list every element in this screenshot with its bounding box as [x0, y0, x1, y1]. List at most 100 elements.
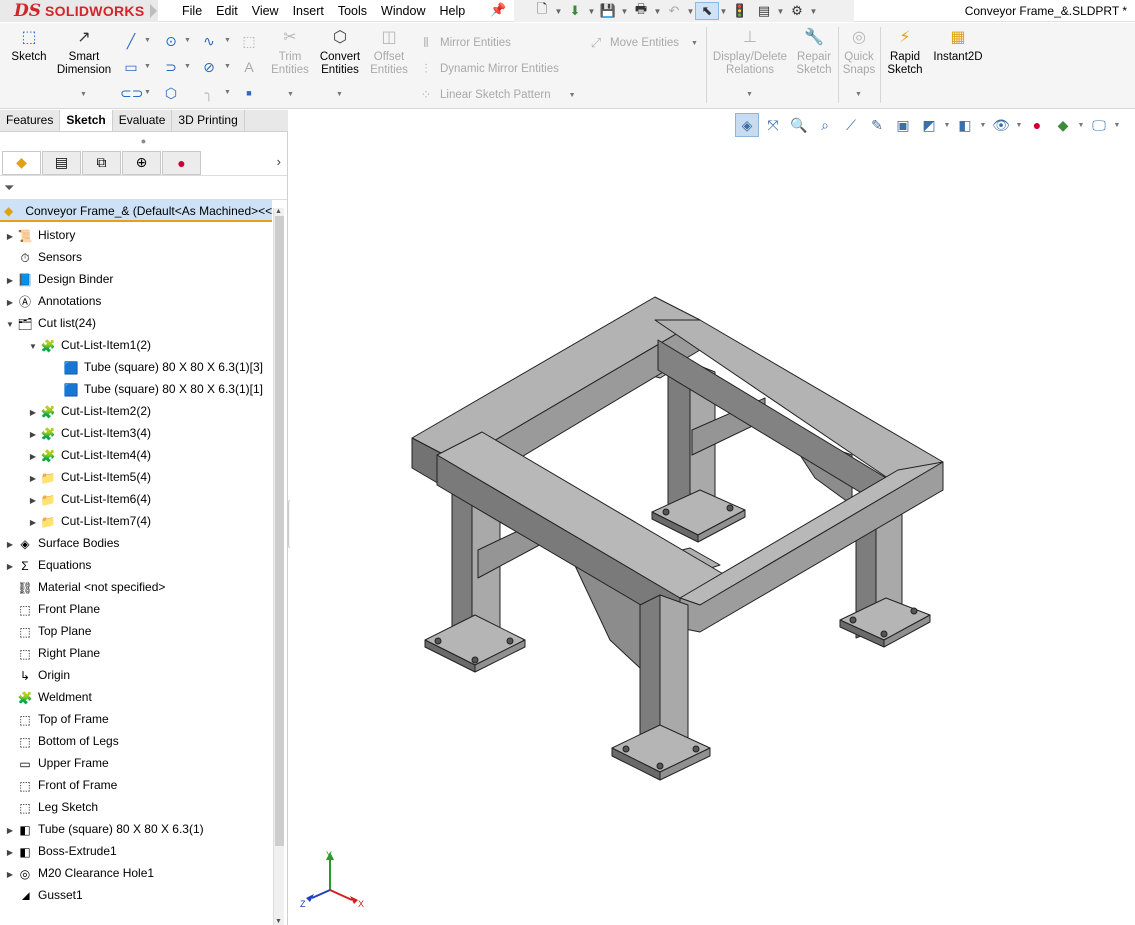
instant2d-button[interactable]: ▦ Instant2D — [930, 30, 986, 64]
tree-item-gusset[interactable]: ◢ Gusset1 — [4, 884, 82, 900]
tree-item-tube-body[interactable]: 🟦 Tube (square) 80 X 80 X 6.3(1)[3] — [50, 356, 263, 378]
expand-arrow-icon[interactable]: ▶ — [27, 424, 39, 446]
linear-sketch-pattern-button[interactable]: ⁘ Linear Sketch Pattern ▼ — [418, 87, 576, 103]
property-manager-tab-icon[interactable]: ▤ — [42, 150, 81, 175]
circle-icon[interactable]: ⊙ — [160, 31, 182, 51]
tree-root-part[interactable]: ◆ Conveyor Frame_& (Default<As Machined>… — [0, 200, 272, 222]
spline-dropdown-icon[interactable]: ▼ — [224, 37, 231, 44]
select-dropdown-icon[interactable]: ▼ — [719, 7, 728, 16]
open-document-icon[interactable]: ⬇ — [563, 2, 587, 20]
new-dropdown-icon[interactable]: ▼ — [554, 7, 563, 16]
line-dropdown-icon[interactable]: ▼ — [144, 37, 151, 44]
sketch-button[interactable]: ⬚ Sketch — [8, 30, 50, 64]
tree-item-front-of-frame[interactable]: ⬚ Front of Frame — [4, 774, 117, 796]
fillet-icon[interactable]: ╮ — [198, 83, 220, 103]
options-dropdown-icon[interactable]: ▼ — [809, 7, 818, 16]
quick-snaps-button[interactable]: ◎ Quick Snaps — [840, 30, 878, 77]
new-document-icon[interactable]: 🗋 — [530, 1, 554, 20]
move-entities-button[interactable]: ⤢ Move Entities ▼ — [588, 35, 698, 51]
dynamic-mirror-button[interactable]: ⫶ Dynamic Mirror Entities — [418, 61, 558, 77]
tree-item-sensors[interactable]: ⏱ Sensors — [4, 246, 82, 268]
expand-arrow-icon[interactable]: ▶ — [4, 534, 16, 556]
tree-item-cut-list[interactable]: ▼ 🗂 Cut list(24) — [4, 312, 96, 334]
menu-view[interactable]: View — [252, 4, 279, 18]
line-icon[interactable]: ╱ — [120, 31, 142, 51]
undo-icon[interactable]: ↶ — [662, 2, 686, 20]
tree-item-upper-frame[interactable]: ▭ Upper Frame — [4, 752, 108, 774]
fillet-dropdown-icon[interactable]: ▼ — [224, 89, 231, 96]
tree-item-design-binder[interactable]: ▶ 📘 Design Binder — [4, 268, 113, 290]
select-pointer-icon[interactable]: ⬉ — [695, 2, 719, 20]
smart-dimension-dropdown-icon[interactable]: ▼ — [80, 91, 87, 98]
relations-dropdown-icon[interactable]: ▼ — [746, 91, 753, 98]
solidworks-logo[interactable]: DS SOLIDWORKS — [0, 0, 158, 22]
dimxpert-manager-tab-icon[interactable]: ⊕ — [122, 150, 161, 175]
tree-item-annotations[interactable]: ▶ Ⓐ Annotations — [4, 290, 101, 312]
rectangle-dropdown-icon[interactable]: ▼ — [144, 63, 151, 70]
scrollbar-thumb[interactable] — [275, 216, 284, 846]
arc-dropdown-icon[interactable]: ▼ — [184, 63, 191, 70]
menu-edit[interactable]: Edit — [216, 4, 238, 18]
expand-arrow-icon[interactable]: ▶ — [4, 820, 16, 842]
display-delete-relations-button[interactable]: ⊥ Display/Delete Relations — [710, 30, 790, 77]
construction-geometry-icon[interactable]: ⬚ — [238, 31, 260, 51]
expand-arrow-icon[interactable]: ▶ — [27, 512, 39, 534]
smart-dimension-button[interactable]: ↗ Smart Dimension — [54, 30, 114, 77]
tree-item-tube-feature[interactable]: ▶ ◧ Tube (square) 80 X 80 X 6.3(1) — [4, 818, 204, 840]
tree-item-origin[interactable]: ↳ Origin — [4, 664, 70, 686]
tree-item-cut-list-item[interactable]: ▶ 🧩 Cut-List-Item3(4) — [27, 422, 151, 444]
panel-tabs-more-icon[interactable]: › — [277, 154, 281, 169]
ellipse-icon[interactable]: ⊘ — [198, 57, 220, 77]
scroll-down-icon[interactable]: ▼ — [275, 918, 282, 925]
filter-funnel-icon[interactable]: ⏷ — [4, 180, 14, 196]
tree-item-cut-list-item[interactable]: ▶ 📁 Cut-List-Item6(4) — [27, 488, 151, 510]
configuration-manager-tab-icon[interactable]: ⧉ — [82, 150, 121, 175]
rectangle-icon[interactable]: ▭ — [120, 57, 142, 77]
expand-arrow-icon[interactable]: ▶ — [4, 292, 16, 314]
tree-item-material[interactable]: ⛓ Material <not specified> — [4, 576, 165, 598]
linear-pattern-dropdown-icon[interactable]: ▼ — [569, 92, 576, 99]
tab-features[interactable]: Features — [0, 110, 61, 131]
tree-item-cut-list-item[interactable]: ▶ 🧩 Cut-List-Item4(4) — [27, 444, 151, 466]
scroll-up-icon[interactable]: ▲ — [275, 208, 282, 215]
tree-item-cut-list-item[interactable]: ▶ 🧩 Cut-List-Item2(2) — [27, 400, 151, 422]
expand-arrow-icon[interactable]: ▶ — [27, 490, 39, 512]
tab-evaluate[interactable]: Evaluate — [112, 110, 173, 131]
slot-dropdown-icon[interactable]: ▼ — [144, 89, 151, 96]
print-icon[interactable]: 🖶 — [629, 1, 653, 20]
tree-item-weldment[interactable]: 🧩 Weldment — [4, 686, 92, 708]
trim-dropdown-icon[interactable]: ▼ — [287, 91, 294, 98]
undo-dropdown-icon[interactable]: ▼ — [686, 7, 695, 16]
tree-item-right-plane[interactable]: ⬚ Right Plane — [4, 642, 100, 664]
mirror-entities-button[interactable]: ⫴ Mirror Entities — [418, 35, 511, 51]
tree-item-front-plane[interactable]: ⬚ Front Plane — [4, 598, 100, 620]
tree-item-cut-list-item[interactable]: ▶ 📁 Cut-List-Item7(4) — [27, 510, 151, 532]
trim-entities-button[interactable]: ✂ Trim Entities — [268, 30, 312, 77]
tree-item-equations[interactable]: ▶ Σ Equations — [4, 554, 91, 576]
tree-scrollbar[interactable]: ▲ ▼ — [273, 208, 284, 925]
save-icon[interactable]: 💾 — [596, 2, 620, 20]
file-properties-dropdown-icon[interactable]: ▼ — [776, 7, 785, 16]
tab-sketch[interactable]: Sketch — [60, 110, 113, 131]
tree-item-hole-feature[interactable]: ▶ ◎ M20 Clearance Hole1 — [4, 862, 154, 884]
tree-item-history[interactable]: ▶ 📜 History — [4, 224, 75, 246]
pin-menu-icon[interactable]: 📌 — [490, 2, 506, 18]
convert-dropdown-icon[interactable]: ▼ — [336, 91, 343, 98]
tree-item-tube-body[interactable]: 🟦 Tube (square) 80 X 80 X 6.3(1)[1] — [50, 378, 263, 400]
menu-window[interactable]: Window — [381, 4, 425, 18]
tree-item-surface-bodies[interactable]: ▶ ◈ Surface Bodies — [4, 532, 119, 554]
tree-item-top-of-frame[interactable]: ⬚ Top of Frame — [4, 708, 108, 730]
file-properties-icon[interactable]: ▤ — [752, 2, 776, 20]
panel-grip-icon[interactable]: ● — [0, 132, 287, 150]
feature-manager-tab-icon[interactable]: ◆ — [2, 150, 41, 175]
quick-snaps-dropdown-icon[interactable]: ▼ — [855, 91, 862, 98]
expand-arrow-icon[interactable]: ▶ — [4, 864, 16, 886]
collapse-arrow-icon[interactable]: ▼ — [27, 336, 39, 358]
save-dropdown-icon[interactable]: ▼ — [620, 7, 629, 16]
point-icon[interactable]: ■ — [238, 83, 260, 103]
tree-item-bottom-of-legs[interactable]: ⬚ Bottom of Legs — [4, 730, 118, 752]
tree-item-top-plane[interactable]: ⬚ Top Plane — [4, 620, 91, 642]
ellipse-dropdown-icon[interactable]: ▼ — [224, 63, 231, 70]
collapse-arrow-icon[interactable]: ▼ — [4, 314, 16, 336]
convert-entities-button[interactable]: ⬡ Convert Entities — [316, 30, 364, 77]
